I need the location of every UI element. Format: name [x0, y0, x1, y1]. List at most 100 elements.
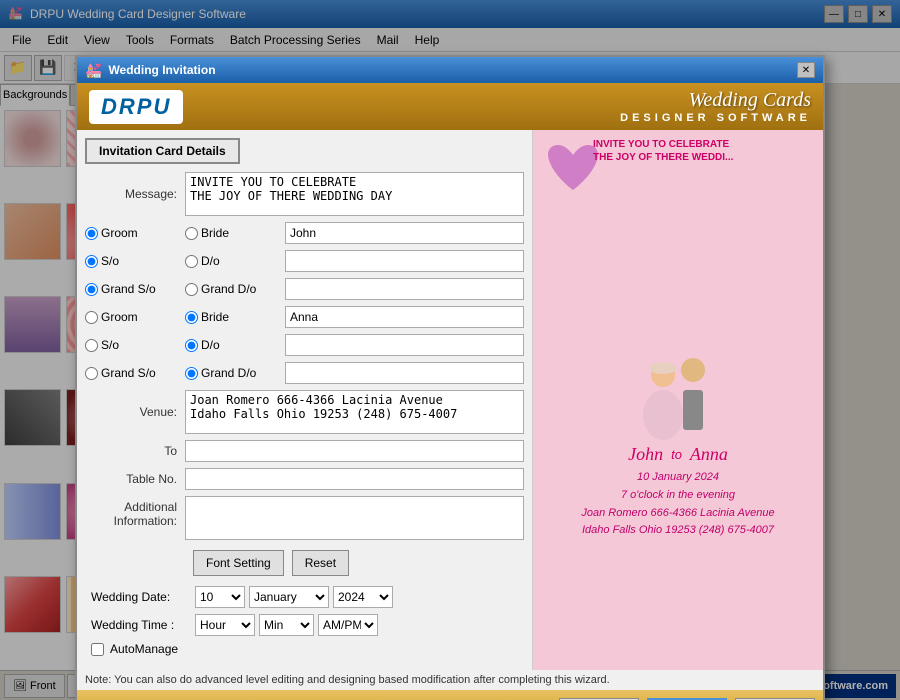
- so2-radio-col: S/o: [85, 338, 185, 352]
- grand-so-radio[interactable]: [85, 283, 98, 296]
- table-no-row: Table No.: [85, 468, 524, 490]
- bride2-radio[interactable]: [185, 311, 198, 324]
- auto-manage-label: AutoManage: [110, 642, 178, 656]
- modal-close-button[interactable]: ✕: [797, 62, 815, 78]
- so2-label: S/o: [101, 338, 119, 352]
- grand-do2-name-input[interactable]: [285, 362, 524, 384]
- grand-so-label: Grand S/o: [101, 282, 156, 296]
- note-text: Note: You can also do advanced level edi…: [85, 674, 610, 686]
- form-section: Invitation Card Details Message: INVITE …: [77, 130, 533, 670]
- message-row: Message: INVITE YOU TO CELEBRATE THE JOY…: [85, 172, 524, 216]
- to-input[interactable]: [185, 440, 524, 462]
- year-select[interactable]: 2020202120222023 202420252026: [333, 586, 393, 608]
- ampm-select[interactable]: AM/PM AMPM: [318, 614, 378, 636]
- preview-time: 7 o'clock in the evening: [581, 487, 774, 505]
- groom2-radio-col: Groom: [85, 310, 185, 324]
- to-label: To: [85, 444, 185, 458]
- auto-manage-checkbox[interactable]: [91, 643, 104, 656]
- so-radio-col: S/o: [85, 254, 185, 268]
- do2-label: D/o: [201, 338, 220, 352]
- message-label: Message:: [85, 187, 185, 201]
- grand-so2-label: Grand S/o: [101, 366, 156, 380]
- bride-row: Groom Bride: [85, 306, 524, 328]
- additional-info-row: Additional Information:: [85, 496, 524, 540]
- bride-radio[interactable]: [185, 227, 198, 240]
- auto-manage-row: AutoManage: [91, 642, 518, 656]
- do2-name-input[interactable]: [285, 334, 524, 356]
- table-no-input[interactable]: [185, 468, 524, 490]
- groom2-radio[interactable]: [85, 311, 98, 324]
- table-no-label: Table No.: [85, 472, 185, 486]
- preview-card: INVITE YOU TO CELEBRATETHE JOY OF THERE …: [533, 130, 823, 670]
- month-select[interactable]: January FebruaryMarchAprilMay JuneJulyAu…: [249, 586, 329, 608]
- grand-so-do-row: Grand S/o Grand D/o: [85, 278, 524, 300]
- grand-so-name-input[interactable]: [285, 278, 524, 300]
- do-radio-col: D/o: [185, 254, 285, 268]
- wedding-time-row: Wedding Time : Hour 1234 5678 9101112 Mi…: [91, 614, 518, 636]
- preview-details: 10 January 2024 7 o'clock in the evening…: [581, 469, 774, 539]
- bride-name-input[interactable]: [285, 306, 524, 328]
- reset-button[interactable]: Reset: [292, 550, 349, 576]
- bride2-label: Bride: [201, 310, 229, 324]
- preview-header: INVITE YOU TO CELEBRATETHE JOY OF THERE …: [593, 138, 823, 164]
- to-row: To: [85, 440, 524, 462]
- action-buttons: Font Setting Reset: [85, 546, 524, 580]
- bride-label: Bride: [201, 226, 229, 240]
- modal-footer: Back OK Cancel: [77, 690, 823, 700]
- brand-wedding-cards: Wedding Cards: [620, 89, 811, 112]
- so2-radio[interactable]: [85, 339, 98, 352]
- do-label: D/o: [201, 254, 220, 268]
- wedding-invitation-modal: 💒 Wedding Invitation ✕ DRPU Wedding Card…: [75, 55, 825, 700]
- date-time-section: Wedding Date: 10 12345 6789 1112131415 J…: [85, 580, 524, 662]
- wedding-date-row: Wedding Date: 10 12345 6789 1112131415 J…: [91, 586, 518, 608]
- venue-row: Venue: Joan Romero 666-4366 Lacinia Aven…: [85, 390, 524, 434]
- preview-section: INVITE YOU TO CELEBRATETHE JOY OF THERE …: [533, 130, 823, 670]
- do2-radio[interactable]: [185, 339, 198, 352]
- do2-radio-col: D/o: [185, 338, 285, 352]
- grand-do-radio[interactable]: [185, 283, 198, 296]
- venue-input[interactable]: Joan Romero 666-4366 Lacinia Avenue Idah…: [185, 390, 524, 434]
- hour-select[interactable]: Hour 1234 5678 9101112: [195, 614, 255, 636]
- preview-header-text: INVITE YOU TO CELEBRATETHE JOY OF THERE …: [593, 138, 819, 164]
- groom-name-input[interactable]: [285, 222, 524, 244]
- brand-logo: DRPU: [89, 90, 183, 124]
- grand-do2-radio-col: Grand D/o: [185, 366, 285, 380]
- grand-do2-label: Grand D/o: [201, 366, 256, 380]
- couple-illustration: [628, 330, 728, 440]
- so-radio[interactable]: [85, 255, 98, 268]
- grand-so2-radio-col: Grand S/o: [85, 366, 185, 380]
- form-tab-button[interactable]: Invitation Card Details: [85, 138, 240, 164]
- brand-name: Wedding Cards DESIGNER SOFTWARE: [620, 89, 811, 124]
- preview-bride-name: Anna: [690, 444, 728, 465]
- grand-do2-radio[interactable]: [185, 367, 198, 380]
- preview-venue-line2: Idaho Falls Ohio 19253 (248) 675-4007: [581, 522, 774, 540]
- grand-so2-radio[interactable]: [85, 367, 98, 380]
- additional-info-input[interactable]: [185, 496, 524, 540]
- modal-body: Invitation Card Details Message: INVITE …: [77, 130, 823, 670]
- groom-label: Groom: [101, 226, 138, 240]
- modal-title-icon: 💒: [85, 62, 102, 79]
- modal-title-text: Wedding Invitation: [108, 63, 797, 77]
- wedding-date-label: Wedding Date:: [91, 590, 191, 604]
- do-radio[interactable]: [185, 255, 198, 268]
- grand-so-do-row-2: Grand S/o Grand D/o: [85, 362, 524, 384]
- min-select[interactable]: Min 00051015 20253035 40455055: [259, 614, 314, 636]
- modal-title-bar: 💒 Wedding Invitation ✕: [77, 57, 823, 83]
- groom2-label: Groom: [101, 310, 138, 324]
- grand-do-radio-col: Grand D/o: [185, 282, 285, 296]
- grand-do-label: Grand D/o: [201, 282, 256, 296]
- modal-overlay: 💒 Wedding Invitation ✕ DRPU Wedding Card…: [0, 0, 900, 700]
- bride2-radio-col: Bride: [185, 310, 285, 324]
- so-name-input[interactable]: [285, 250, 524, 272]
- groom-bride-row: Groom Bride: [85, 222, 524, 244]
- grand-so-radio-col: Grand S/o: [85, 282, 185, 296]
- font-setting-button[interactable]: Font Setting: [193, 550, 284, 576]
- venue-label: Venue:: [85, 405, 185, 419]
- message-input[interactable]: INVITE YOU TO CELEBRATE THE JOY OF THERE…: [185, 172, 524, 216]
- day-select[interactable]: 10 12345 6789 1112131415: [195, 586, 245, 608]
- groom-radio[interactable]: [85, 227, 98, 240]
- brand-designer-software: DESIGNER SOFTWARE: [620, 112, 811, 124]
- preview-to-text: to: [671, 447, 682, 462]
- so-do-row-2: S/o D/o: [85, 334, 524, 356]
- bride-radio-col: Bride: [185, 226, 285, 240]
